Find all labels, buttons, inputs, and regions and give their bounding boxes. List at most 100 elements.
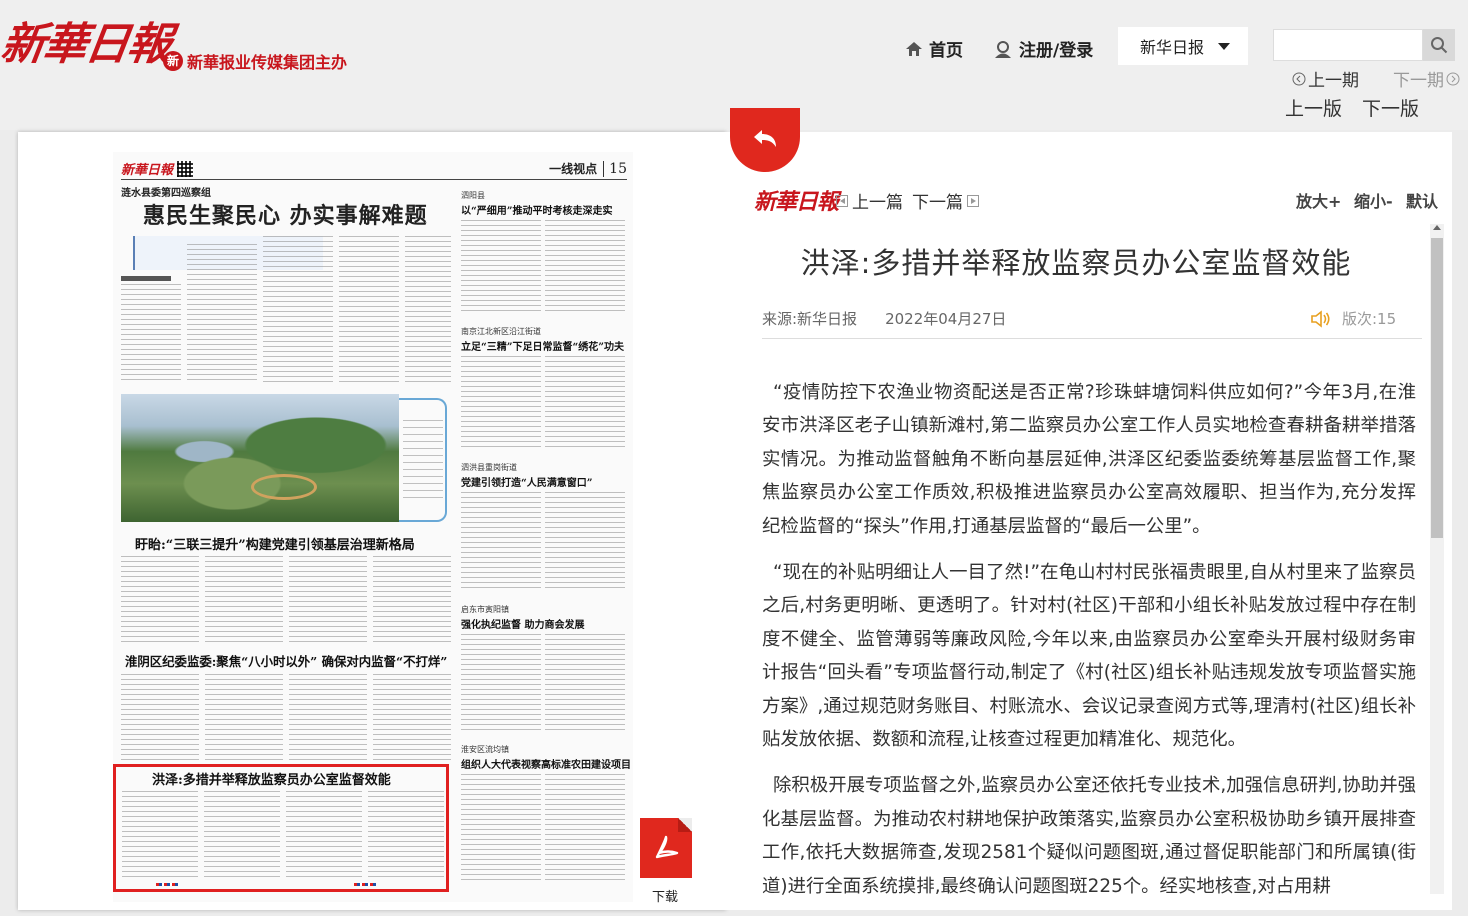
side-story-1-col-1[interactable] [461,220,541,314]
site-logo[interactable]: 新華日報 [0,8,174,72]
chevron-right-circle-icon [1446,72,1460,85]
chevron-left-icon [836,194,848,207]
prev-issue-label: 上一期 [1308,71,1359,91]
side-story-3-kicker: 泗洪县重岗街道 [461,463,517,472]
side-story-4-col-2[interactable] [545,634,625,734]
newspaper-page-image: 新華日報 一线视点 15 涟水县委第四巡察组 惠民生聚民心 办实事解难题 盱眙:… [113,152,633,902]
pdf-download-label[interactable]: 下载 [652,886,678,905]
lead-story-kicker[interactable]: 涟水县委第四巡察组 [121,184,211,199]
search-input[interactable] [1273,29,1423,61]
story-huaiyin-headline[interactable]: 淮阴区纪委监委:聚焦“八小时以外” 确保对内监督“不打烊” [125,652,447,670]
story-hongze-col-3 [286,791,362,881]
next-issue-link[interactable]: 下一期 [1393,66,1460,91]
article-paragraph: “现在的补贴明细让人一目了然!”在龟山村村民张福贵眼里,自从村里来了监察员之后,… [762,562,1416,751]
article-paragraph: “疫情防控下农渔业物资配送是否正常?珍珠蚌塘饲料供应如何?”今年3月,在淮安市洪… [762,382,1416,537]
end-mark-icon [354,883,376,886]
prev-article-link[interactable]: 上一篇 [836,188,903,213]
end-mark-icon [156,883,178,886]
pdf-download-button[interactable] [640,818,692,878]
zoom-out-button[interactable]: 缩小- [1354,188,1393,212]
aerial-photo[interactable] [121,394,399,522]
search-icon [1431,37,1448,54]
side-story-5-kicker: 淮安区流均镇 [461,745,509,754]
article-paragraph: 除积极开展专项监督之外,监察员办公室还依托专业技术,加强信息研判,协助并强化基层… [762,775,1416,897]
lead-story-column-1[interactable] [121,284,181,384]
side-story-5-headline[interactable]: 组织人大代表视察高标准农田建设项目 [461,756,631,771]
side-story-2-headline[interactable]: 立足“三精”下足日常监督“绣花”功夫 [461,338,624,353]
lead-story-column-5[interactable] [405,236,451,386]
group-seal-icon: 新 [163,51,183,71]
story-huaiyin-col-2[interactable] [205,674,283,760]
newspaper-select-value: 新华日报 [1140,38,1205,57]
nav-login-link[interactable]: 注册/登录 [993,36,1093,61]
story-hongze-col-1 [122,791,198,881]
lead-story-column-3[interactable] [263,236,333,384]
story-hongze-col-4 [368,791,444,881]
search-button[interactable] [1423,29,1455,61]
user-icon [995,40,1011,58]
side-story-3-col-1[interactable] [461,492,541,592]
next-article-link[interactable]: 下一篇 [912,188,979,213]
chevron-down-icon [1218,42,1231,50]
side-story-2-col-2[interactable] [545,356,625,450]
story-xuyi-col-4[interactable] [373,556,451,646]
photo-caption [403,420,443,500]
story-xuyi-col-2[interactable] [205,556,283,646]
article-date: 2022年04月27日 [885,310,1007,328]
selected-article-highlight[interactable]: 洪泽:多措并举释放监察员办公室监督效能 [113,764,449,892]
story-huaiyin-col-1[interactable] [121,674,199,760]
side-story-1-headline[interactable]: 以“严细用”推动平时考核走深走实 [461,202,613,217]
prev-issue-link[interactable]: 上一期 [1292,66,1359,91]
side-story-1-col-2[interactable] [545,220,625,314]
article-title: 洪泽:多措并举释放监察员办公室监督效能 [800,246,1352,280]
article-logo: 新華日報 [754,189,839,215]
subhead-mark [121,276,171,281]
nav-home-label: 首页 [929,41,963,61]
zoom-default-button[interactable]: 默认 [1406,188,1438,212]
article-edition: 版次:15 [1310,308,1396,329]
side-story-4-col-1[interactable] [461,634,541,734]
speaker-icon[interactable] [1310,309,1332,328]
story-xuyi-col-3[interactable] [289,556,367,646]
side-story-4-headline[interactable]: 强化执纪监督 助力商会发展 [461,616,584,631]
scroll-up-arrow-icon[interactable] [1430,222,1444,234]
zoom-in-button[interactable]: 放大+ [1296,188,1341,212]
prev-edition-link[interactable]: 上一版 [1285,94,1342,121]
scrollbar-thumb[interactable] [1431,238,1443,538]
side-story-2-kicker: 南京江北新区沿江街道 [461,327,541,336]
story-huaiyin-col-4[interactable] [373,674,451,760]
publisher-line: 新 新華报业传媒集团主办 [163,49,347,73]
newspaper-select[interactable]: 新华日报 [1118,27,1248,65]
newspaper-page-viewer: 新華日報 一线视点 15 涟水县委第四巡察组 惠民生聚民心 办实事解难题 盱眙:… [18,132,726,910]
lead-story-column-4[interactable] [339,236,399,384]
side-story-2-col-1[interactable] [461,356,541,450]
lead-story-column-2[interactable] [187,244,257,384]
divider [762,338,1422,339]
story-hongze-headline[interactable]: 洪泽:多措并举释放监察员办公室监督效能 [152,769,391,788]
article-panel: 新華日報 上一篇 下一篇 放大+ 缩小- 默认 洪泽:多措并举释放监察员办公室监… [726,108,1452,910]
qr-code-icon [177,160,194,177]
chevron-right-icon [967,194,979,207]
side-story-1-kicker: 泗阳县 [461,191,485,200]
nav-login-label: 注册/登录 [1019,41,1094,61]
page-number: 15 [603,160,627,177]
prev-article-label: 上一篇 [852,193,903,213]
side-story-5-col-2[interactable] [545,774,625,884]
next-edition-link[interactable]: 下一版 [1362,94,1419,121]
side-story-3-col-2[interactable] [545,492,625,592]
article-meta: 来源:新华日报 2022年04月27日 [762,308,1006,329]
article-edition-label: 版次:15 [1342,310,1397,328]
back-arrow-icon [754,130,776,147]
story-xuyi-headline[interactable]: 盱眙:“三联三提升”构建党建引领基层治理新格局 [135,534,415,553]
lead-story-headline[interactable]: 惠民生聚民心 办实事解难题 [143,198,428,230]
story-xuyi-col-1[interactable] [121,556,199,646]
page-section-name: 一线视点 [549,162,598,176]
publisher-text: 新華报业传媒集团主办 [187,53,348,72]
story-huaiyin-col-3[interactable] [289,674,367,760]
nav-home-link[interactable]: 首页 [905,36,963,61]
home-icon [906,41,922,56]
back-button[interactable] [730,108,800,172]
side-story-3-headline[interactable]: 党建引领打造“人民满意窗口” [461,474,593,489]
article-body: “疫情防控下农渔业物资配送是否正常?珍珠蚌塘饲料供应如何?”今年3月,在淮安市洪… [762,376,1416,916]
side-story-5-col-1[interactable] [461,774,541,884]
